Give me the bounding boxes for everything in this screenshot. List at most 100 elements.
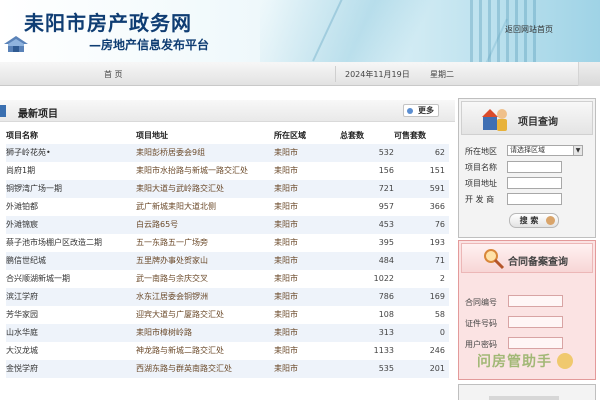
project-address-cell[interactable]: 神龙路与新城二路交汇处: [136, 342, 274, 360]
project-name-cell[interactable]: 金悦学府: [6, 360, 136, 378]
search-button[interactable]: 搜 索: [509, 213, 559, 228]
table-row: 鹏信世纪城 五里牌办事处贺家山 耒阳市 484 71: [6, 252, 449, 270]
table-row: 大汉龙城 神龙路与新城二路交汇处 耒阳市 1133 246: [6, 342, 449, 360]
project-name-cell[interactable]: 外滩锦宸: [6, 216, 136, 234]
project-area-cell: 耒阳市: [274, 270, 340, 288]
area-select-value: 请选择区域: [510, 146, 545, 154]
contract-number-input[interactable]: [508, 295, 563, 307]
total-units-cell: 957: [340, 198, 394, 216]
table-header-row: 项目名称 项目地址 所在区域 总套数 可售套数: [6, 127, 449, 144]
available-units-cell: 2: [394, 270, 449, 288]
col-header-total: 总套数: [340, 131, 364, 140]
site-banner: 耒阳市房产政务网 —房地产信息发布平台 返回网站首页: [0, 0, 600, 62]
total-units-cell: 484: [340, 252, 394, 270]
person-with-house-icon: [482, 109, 507, 131]
project-address-cell[interactable]: 耒阳市樟树岭路: [136, 324, 274, 342]
table-row: 山水华庭 耒阳市樟树岭路 耒阳市 313 0: [6, 324, 449, 342]
project-name-cell[interactable]: 芳华家园: [6, 306, 136, 324]
project-address-cell[interactable]: 五里牌办事处贺家山: [136, 252, 274, 270]
site-subtitle: —房地产信息发布平台: [89, 38, 210, 52]
contract-number-label: 合同编号: [465, 298, 497, 307]
total-units-cell: 535: [340, 360, 394, 378]
project-name-label: 项目名称: [465, 163, 497, 172]
id-number-input[interactable]: [508, 316, 563, 328]
project-address-cell[interactable]: 西湖东路与群英南路交汇处: [136, 360, 274, 378]
area-select[interactable]: 请选择区域 ▼: [507, 145, 583, 156]
project-query-header: 项目查询: [461, 101, 593, 135]
developer-input[interactable]: [507, 193, 562, 205]
total-units-cell: 721: [340, 180, 394, 198]
table-row: 尚府1期 耒阳市水抬路与新城一路交汇处 耒阳市 156 151: [6, 162, 449, 180]
watermark-logo: [557, 353, 573, 369]
available-units-cell: 193: [394, 234, 449, 252]
project-area-cell: 耒阳市: [274, 252, 340, 270]
available-units-cell: 246: [394, 342, 449, 360]
table-row: 芳华家园 迎宾大道与广厦路交汇处 耒阳市 108 58: [6, 306, 449, 324]
project-name-cell[interactable]: 铜锣湾广场一期: [6, 180, 136, 198]
col-header-name: 项目名称: [6, 131, 38, 140]
total-units-cell: 1133: [340, 342, 394, 360]
project-name-cell[interactable]: 外滩铂都: [6, 198, 136, 216]
password-input[interactable]: [508, 337, 563, 349]
col-header-available: 可售套数: [394, 131, 426, 140]
project-name-cell[interactable]: 合兴顺湖新城一期: [6, 270, 136, 288]
project-address-cell[interactable]: 水东江居委会铜锣洲: [136, 288, 274, 306]
project-area-cell: 耒阳市: [274, 306, 340, 324]
project-address-input[interactable]: [507, 177, 562, 189]
project-area-cell: 耒阳市: [274, 342, 340, 360]
available-units-cell: 366: [394, 198, 449, 216]
project-name-cell[interactable]: 山水华庭: [6, 324, 136, 342]
project-address-cell[interactable]: 五一东路五一广场旁: [136, 234, 274, 252]
current-weekday: 星期二: [430, 70, 454, 79]
table-row: 外滩铂都 武广新城耒阳大道北侧 耒阳市 957 366: [6, 198, 449, 216]
table-row: 铜锣湾广场一期 耒阳大道与武岭路交汇处 耒阳市 721 591: [6, 180, 449, 198]
project-query-title: 项目查询: [518, 117, 558, 128]
header-marker: [0, 105, 6, 117]
col-header-area: 所在区域: [274, 131, 306, 140]
project-name-cell[interactable]: 狮子岭花苑•: [6, 144, 136, 162]
available-units-cell: 201: [394, 360, 449, 378]
project-name-cell[interactable]: 尚府1期: [6, 162, 136, 180]
project-address-cell[interactable]: 耒阳大道与武岭路交汇处: [136, 180, 274, 198]
available-units-cell: 151: [394, 162, 449, 180]
project-name-cell[interactable]: 蔡子池市场棚户区改造二期: [6, 234, 136, 252]
bullet-icon: [407, 108, 413, 114]
total-units-cell: 108: [340, 306, 394, 324]
search-button-label: 搜 索: [519, 216, 539, 225]
latest-projects-panel: 最新项目 更多 项目名称 项目地址 所在区域 总套数 可售套数 狮子岭花苑• 耒阳…: [0, 100, 455, 400]
project-address-cell[interactable]: 白云路65号: [136, 216, 274, 234]
available-units-cell: 71: [394, 252, 449, 270]
project-name-cell[interactable]: 滨江学府: [6, 288, 136, 306]
project-address-cell[interactable]: 迎宾大道与广厦路交汇处: [136, 306, 274, 324]
nav-end-cap: [578, 62, 600, 86]
total-units-cell: 1022: [340, 270, 394, 288]
latest-projects-title: 最新项目: [18, 109, 58, 120]
back-to-home-link[interactable]: 返回网站首页: [505, 24, 553, 35]
col-header-address: 项目地址: [136, 131, 168, 140]
search-arrow-icon: [546, 216, 555, 225]
project-name-cell[interactable]: 鹏信世纪城: [6, 252, 136, 270]
project-name-input[interactable]: [507, 161, 562, 173]
project-address-cell[interactable]: 耒阳市水抬路与新城一路交汇处: [136, 162, 274, 180]
nav-home-link[interactable]: 首 页: [104, 69, 123, 80]
chevron-down-icon: ▼: [573, 146, 582, 155]
table-row: 滨江学府 水东江居委会铜锣洲 耒阳市 786 169: [6, 288, 449, 306]
available-units-cell: 0: [394, 324, 449, 342]
contract-query-header: 合同备案查询: [461, 243, 593, 273]
project-name-cell[interactable]: 大汉龙城: [6, 342, 136, 360]
more-button[interactable]: 更多: [403, 104, 439, 117]
project-area-cell: 耒阳市: [274, 288, 340, 306]
project-area-cell: 耒阳市: [274, 144, 340, 162]
project-area-cell: 耒阳市: [274, 180, 340, 198]
total-units-cell: 453: [340, 216, 394, 234]
project-area-cell: 耒阳市: [274, 162, 340, 180]
nav-bar: 首 页 2024年11月19日 星期二: [0, 62, 600, 86]
project-address-label: 项目地址: [465, 179, 497, 188]
id-number-label: 证件号码: [465, 319, 497, 328]
project-address-cell[interactable]: 武广新城耒阳大道北侧: [136, 198, 274, 216]
project-area-cell: 耒阳市: [274, 216, 340, 234]
project-address-cell[interactable]: 耒阳彭桥居委会9组: [136, 144, 274, 162]
project-address-cell[interactable]: 武一南路与余庆交叉: [136, 270, 274, 288]
password-label: 用户密码: [465, 340, 497, 349]
total-units-cell: 532: [340, 144, 394, 162]
